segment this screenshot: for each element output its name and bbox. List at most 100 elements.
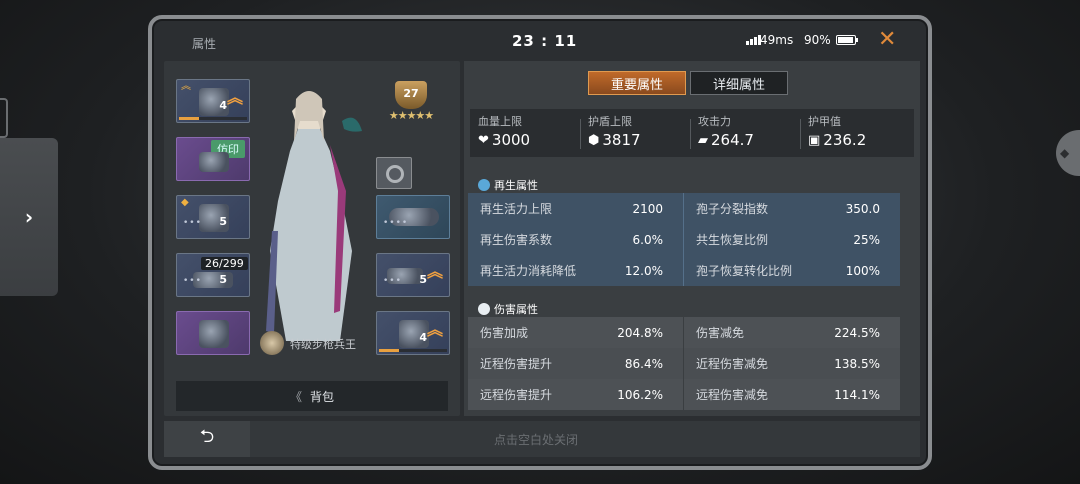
divider <box>800 119 801 149</box>
level-badge: 27 ★★★★★ <box>384 81 438 125</box>
heart-icon: ❤ <box>478 132 489 148</box>
attr-label: 近程伤害提升 <box>480 357 553 371</box>
equip-slot-ring[interactable] <box>376 157 412 189</box>
attr-label: 共生恢复比例 <box>696 233 769 247</box>
stat-attack: 攻击力 ▰ 264.7 <box>698 113 798 149</box>
divider <box>580 119 581 149</box>
section-title: 再生属性 <box>494 179 538 192</box>
gun-icon: ▰ <box>698 132 708 148</box>
upgrade-chevron-icon: ︽ <box>426 320 443 339</box>
table-row: 再生伤害系数 6.0% 共生恢复比例 25% <box>468 224 900 255</box>
backpack-button[interactable]: 《 背包 <box>176 381 448 411</box>
attr-value: 138.5% <box>834 356 880 371</box>
character-portrait[interactable] <box>248 81 370 353</box>
side-expand-tab[interactable]: › <box>0 138 58 296</box>
attr-label: 孢子分裂指数 <box>696 202 769 216</box>
attr-value: 106.2% <box>617 387 663 402</box>
chat-icon: ◆ <box>1060 146 1070 160</box>
stat-value: 236.2 <box>823 131 867 149</box>
table-row: 近程伤害提升 86.4% 近程伤害减免 138.5% <box>468 348 900 379</box>
slot-progress <box>379 349 447 352</box>
attr-label: 近程伤害减免 <box>696 357 769 371</box>
tab-detailed-attributes[interactable]: 详细属性 <box>690 71 788 95</box>
stat-label: 血量上限 <box>478 115 522 128</box>
ring-icon <box>386 165 404 183</box>
attr-label: 孢子恢复转化比例 <box>696 264 793 278</box>
slot-level: 4 <box>419 331 427 344</box>
slot-progress <box>179 117 247 120</box>
attr-value: 86.4% <box>624 356 663 371</box>
attr-value: 100% <box>845 263 880 278</box>
close-hint[interactable]: 点击空白处关闭 <box>494 431 578 448</box>
equip-slot-boots[interactable]: 4 ︽ <box>376 311 450 355</box>
table-row: 再生活力上限 2100 孢子分裂指数 350.0 <box>468 193 900 224</box>
stat-armor: 护甲值 ▣ 236.2 <box>808 113 908 149</box>
slot-level: 5 <box>419 273 427 286</box>
upgrade-chevron-icon: ︽ <box>226 88 243 107</box>
slot-level: 5 <box>219 273 227 286</box>
attr-label: 远程伤害减免 <box>696 388 769 402</box>
battery-percent: 90% <box>804 33 831 47</box>
stat-max-hp: 血量上限 ❤ 3000 <box>478 113 578 149</box>
upgrade-chevron-icon: ︽ <box>426 262 443 281</box>
signal-icon <box>746 35 761 45</box>
slot-dots: ••• <box>183 218 202 228</box>
attr-label: 远程伤害提升 <box>480 388 553 402</box>
ammo-counter: 26/299 <box>201 257 248 270</box>
imprint-item-icon <box>199 152 229 172</box>
equip-slot-bracer[interactable]: •••• <box>376 195 450 239</box>
attr-label: 伤害加成 <box>480 326 529 340</box>
window-title: 属性 <box>192 37 217 51</box>
backpack-label: 背包 <box>310 389 335 404</box>
attr-value: 6.0% <box>632 232 664 247</box>
attr-label: 再生伤害系数 <box>480 233 553 247</box>
chevron-right-icon: › <box>24 205 34 229</box>
slot-level: 4 <box>219 99 227 112</box>
stat-value: 3000 <box>491 131 531 149</box>
left-edge-handle <box>0 98 8 138</box>
equip-slot-melee[interactable]: ••• 5 ︽ <box>376 253 450 297</box>
equip-slot-armor[interactable]: ◆ ••• 5 <box>176 195 250 239</box>
attr-value: 114.1% <box>834 387 880 402</box>
equip-slot-module[interactable] <box>176 311 250 355</box>
attr-value: 2100 <box>632 201 663 216</box>
attr-label: 再生活力消耗降低 <box>480 264 577 278</box>
shield-icon: ⬢ <box>588 132 600 148</box>
stat-max-shield: 护盾上限 ⬢ 3817 <box>588 113 688 149</box>
stat-label: 护盾上限 <box>588 115 632 128</box>
ping-readout: 49ms <box>760 33 794 47</box>
close-icon[interactable]: ✕ <box>878 27 896 52</box>
equip-slot-weapon[interactable]: 26/299 ••• 5 <box>176 253 250 297</box>
character-panel: ︽ 4 ︽ 仿印 ◆ ••• 5 26/299 ••• 5 •••• ••• 5… <box>164 61 460 416</box>
core-stats: 血量上限 ❤ 3000 护盾上限 ⬢ 3817 攻击力 ▰ 264.7 护甲值 ▣ 23… <box>470 109 914 157</box>
section-title: 伤害属性 <box>494 303 538 316</box>
attr-value: 204.8% <box>617 325 663 340</box>
stat-value: 3817 <box>602 131 641 149</box>
rank-label: 特级步枪兵王 <box>290 338 356 351</box>
back-button[interactable]: ⮌ <box>164 421 250 457</box>
status-bar: 属性 23 : 11 49ms 90% ✕ <box>152 19 928 52</box>
damage-section-header: 伤害属性 <box>478 301 538 317</box>
equip-slot-helmet[interactable]: ︽ 4 ︽ <box>176 79 250 123</box>
table-row: 再生活力消耗降低 12.0% 孢子恢复转化比例 100% <box>468 255 900 286</box>
character-level: 27 <box>403 87 419 100</box>
equip-slot-imprint[interactable]: 仿印 <box>176 137 250 181</box>
bottom-bar: ⮌ 点击空白处关闭 <box>164 421 920 457</box>
regen-section-header: 再生属性 <box>478 177 538 193</box>
star-rating: ★★★★★ <box>388 109 434 122</box>
attr-label: 伤害减免 <box>696 326 745 340</box>
attr-label: 再生活力上限 <box>480 202 553 216</box>
rank-emblem-icon <box>260 331 284 355</box>
attr-value: 224.5% <box>834 325 880 340</box>
slot-dots: •••• <box>383 218 409 228</box>
tab-primary-attributes[interactable]: 重要属性 <box>588 71 686 95</box>
attr-value: 350.0 <box>845 201 880 216</box>
battery-icon <box>836 35 858 45</box>
damage-icon <box>478 303 490 315</box>
slot-dots: ••• <box>383 276 402 286</box>
right-edge-handle[interactable]: ◆ <box>1056 130 1080 176</box>
attr-value: 12.0% <box>624 263 663 278</box>
attr-value: 25% <box>853 232 880 247</box>
attribute-window: 属性 23 : 11 49ms 90% ✕ ︽ 4 ︽ 仿印 ◆ ••• 5 2… <box>148 15 932 470</box>
module-item-icon <box>199 320 229 348</box>
